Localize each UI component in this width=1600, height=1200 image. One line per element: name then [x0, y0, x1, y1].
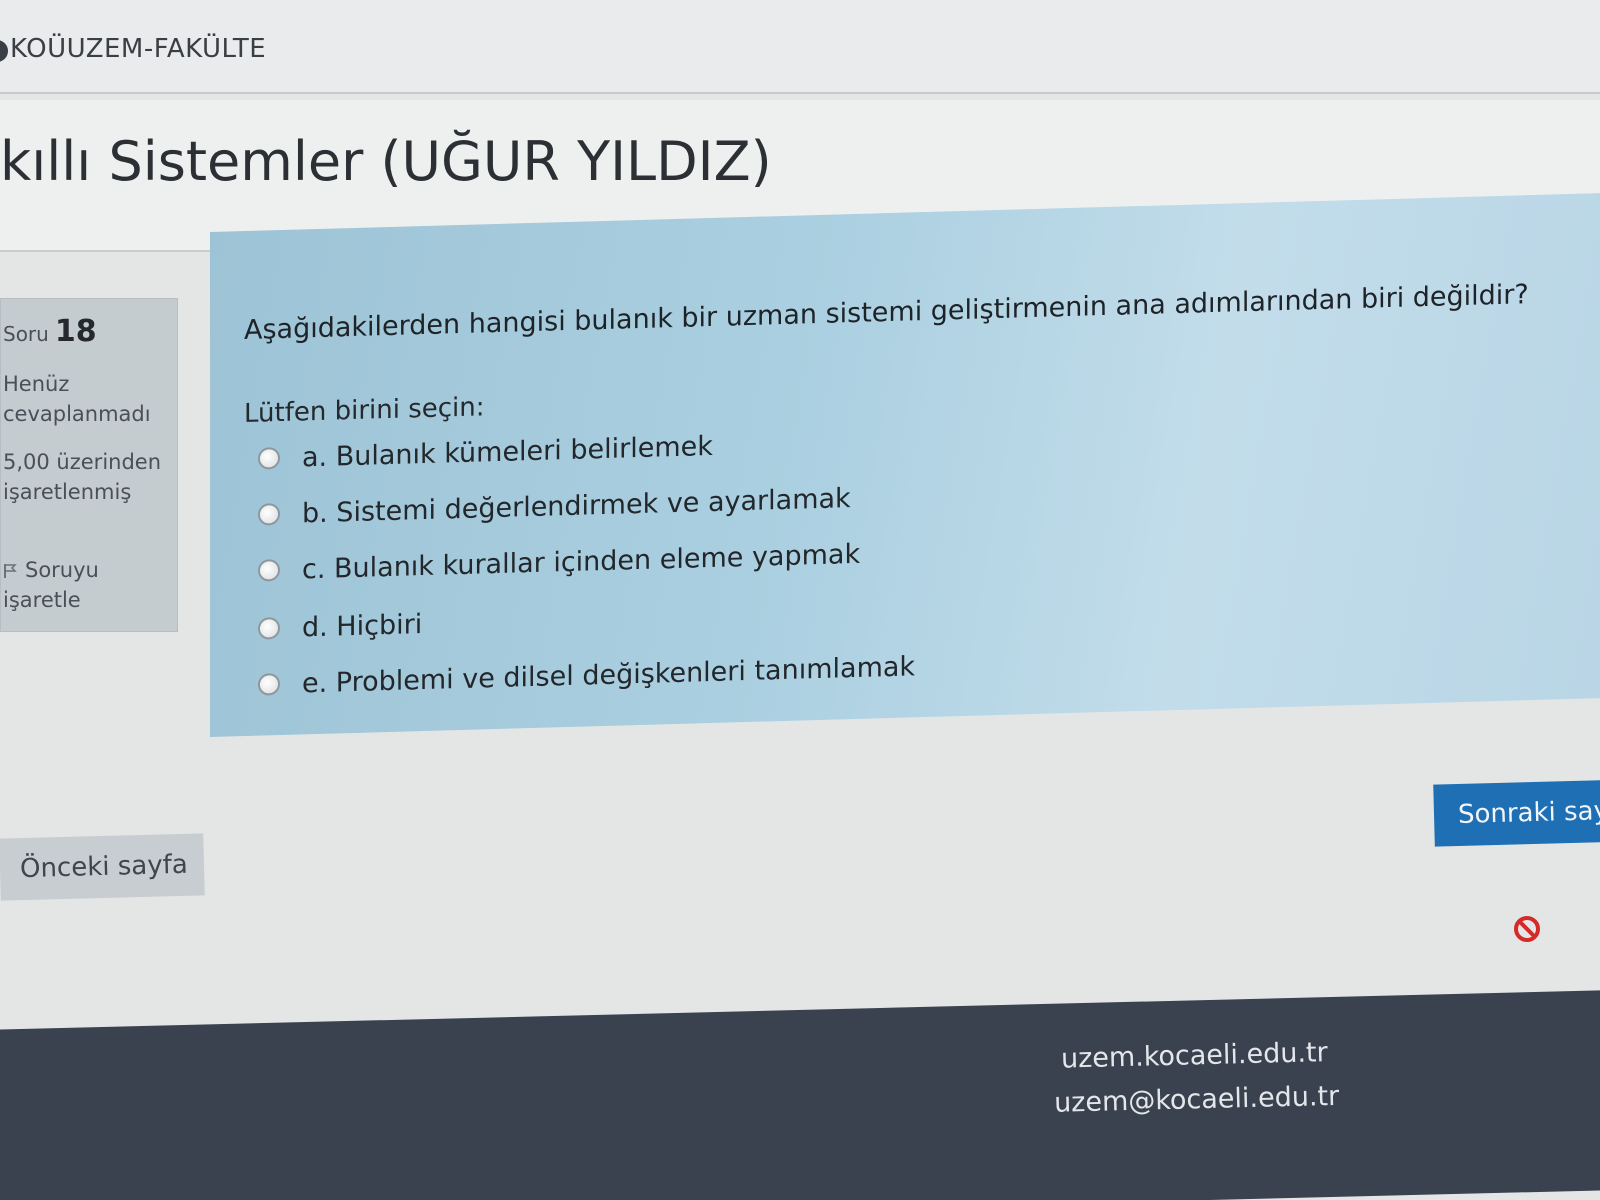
answer-option-label: b. Sistemi değerlendirmek ve ayarlamak [302, 482, 851, 529]
question-content: Aşağıdakilerden hangisi bulanık bir uzma… [210, 192, 1600, 737]
question-state: Henüz cevaplanmadı [3, 372, 151, 426]
radio-icon[interactable] [258, 447, 280, 470]
site-footer: uzem.kocaeli.edu.tr uzem@kocaeli.edu.tr [0, 989, 1600, 1200]
footer-website-link[interactable]: uzem.kocaeli.edu.tr [1061, 1037, 1328, 1075]
flag-icon [4, 564, 17, 578]
question-number-value: 18 [54, 314, 97, 349]
quiz-screen: KOÜUZEM-FAKÜLTE kıllı Sistemler (UĞUR YI… [0, 0, 1600, 1200]
answer-option-d[interactable]: d. Hiçbiri [258, 604, 422, 649]
answer-option-label: d. Hiçbiri [302, 608, 423, 643]
answer-option-c[interactable]: c. Bulanık kurallar içinden eleme yapmak [258, 534, 860, 591]
top-navbar: KOÜUZEM-FAKÜLTE [0, 0, 1600, 94]
radio-icon[interactable] [258, 559, 280, 582]
question-label: Soru [3, 322, 49, 346]
radio-icon[interactable] [258, 503, 280, 526]
answer-option-label: c. Bulanık kurallar içinden eleme yapmak [302, 538, 861, 585]
answer-option-label: e. Problemi ve dilsel değişkenleri tanım… [302, 650, 916, 699]
question-info-panel: Soru 18 Henüz cevaplanmadı 5,00 üzerinden… [0, 298, 178, 632]
brand-link[interactable]: KOÜUZEM-FAKÜLTE [10, 34, 266, 64]
question-grade: 5,00 üzerinden işaretlenmiş [3, 450, 162, 504]
page-title: kıllı Sistemler (UĞUR YILDIZ) [0, 130, 772, 193]
question-number: Soru 18 [3, 317, 97, 349]
stop-icon [1514, 916, 1540, 942]
answer-option-a[interactable]: a. Bulanık kümeleri belirlemek [258, 426, 713, 479]
brand-logo-icon [0, 40, 8, 62]
flag-question-label: Soruyu işaretle [3, 558, 99, 612]
answer-prompt: Lütfen birini seçin: [244, 392, 485, 430]
answer-option-e[interactable]: e. Problemi ve dilsel değişkenleri tanım… [258, 646, 915, 704]
question-text: Aşağıdakilerden hangisi bulanık bir uzma… [244, 279, 1529, 347]
answer-option-label: a. Bulanık kümeleri belirlemek [302, 430, 713, 473]
previous-page-button[interactable]: Önceki sayfa [0, 833, 205, 901]
answer-option-b[interactable]: b. Sistemi değerlendirmek ve ayarlamak [258, 478, 851, 535]
radio-icon[interactable] [258, 673, 280, 696]
footer-email-link[interactable]: uzem@kocaeli.edu.tr [1054, 1081, 1340, 1119]
flag-question-link[interactable]: Soruyu işaretle [3, 555, 173, 615]
radio-icon[interactable] [258, 617, 280, 640]
next-page-button[interactable]: Sonraki sayfa [1433, 779, 1600, 847]
